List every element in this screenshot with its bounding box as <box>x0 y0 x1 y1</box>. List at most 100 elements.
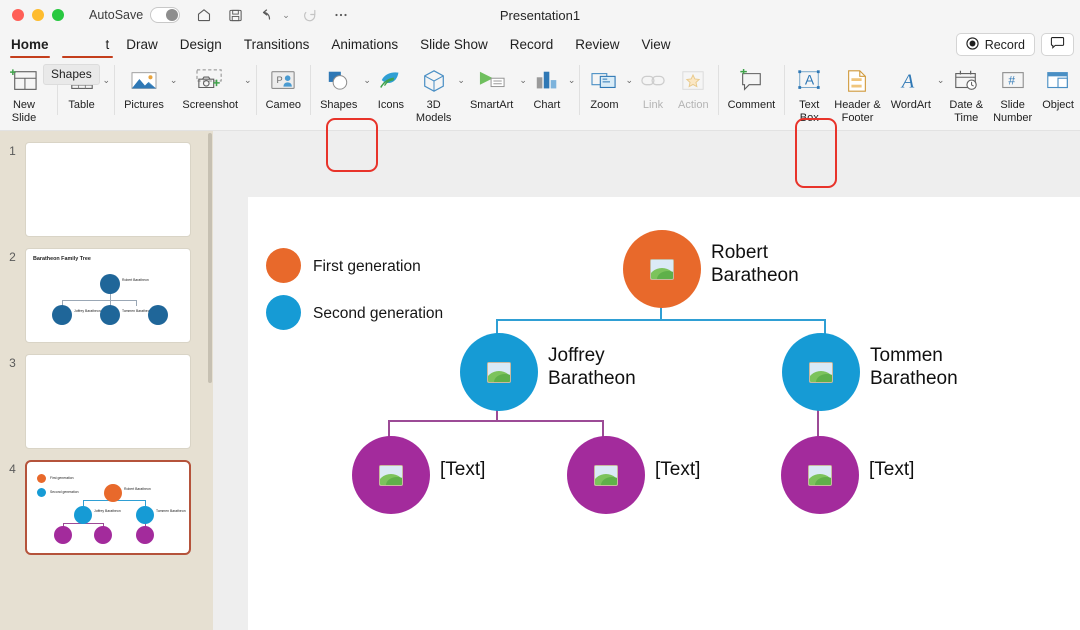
date-time-button[interactable]: Date & Time <box>944 59 988 124</box>
wordart-label: WordArt <box>890 99 931 111</box>
thumb4-legend-label-1: First generation <box>50 476 74 480</box>
shapes-dropdown-caret[interactable]: ⌄ <box>363 59 371 86</box>
connector-gen2-horizontal <box>496 319 826 321</box>
slide-thumbnail-3[interactable]: 3 <box>0 354 213 449</box>
3d-models-dropdown-caret[interactable]: ⌄ <box>457 59 465 86</box>
current-slide[interactable]: First generation Second generation Rober… <box>248 197 1080 630</box>
pictures-dropdown-caret[interactable]: ⌄ <box>170 59 178 86</box>
thumb4-node-child2 <box>94 526 112 544</box>
picture-placeholder-icon <box>487 361 511 383</box>
thumb4-node-tommen <box>136 506 154 524</box>
smartart-dropdown-caret[interactable]: ⌄ <box>519 59 527 86</box>
tab-design[interactable]: Design <box>169 30 233 59</box>
pictures-icon <box>129 64 159 98</box>
ribbon-separator <box>255 65 257 115</box>
header-footer-button[interactable]: Header & Footer <box>829 59 885 124</box>
node-child1[interactable] <box>352 436 430 514</box>
svg-text:#: # <box>1008 74 1015 88</box>
zoom-dropdown-caret[interactable]: ⌄ <box>625 59 633 86</box>
table-dropdown-caret[interactable]: ⌄ <box>103 59 111 86</box>
ribbon-group-comments: Comment <box>723 59 790 131</box>
slide-thumbnail-2[interactable]: 2 Baratheon Family Tree Robert Baratheon… <box>0 248 213 343</box>
node-label-child3: [Text] <box>869 459 915 480</box>
ribbon-tab-bar: Home t Draw Design Transitions Animation… <box>0 30 1080 85</box>
slide-canvas-area[interactable]: First generation Second generation Rober… <box>213 131 1080 630</box>
text-box-button[interactable]: A Text Box <box>789 59 829 124</box>
picture-placeholder-icon <box>650 258 674 280</box>
slide-number-3: 3 <box>9 356 16 370</box>
comment-icon <box>737 64 765 98</box>
record-button[interactable]: Record <box>955 33 1035 56</box>
pictures-label: Pictures <box>124 99 164 111</box>
3d-models-label: 3D Models <box>415 99 452 124</box>
tab-draw[interactable]: Draw <box>115 30 169 59</box>
thumb4-node-joffrey <box>74 506 92 524</box>
wordart-dropdown-caret[interactable]: ⌄ <box>937 59 945 86</box>
wordart-button[interactable]: A WordArt <box>886 59 936 112</box>
tab-transitions[interactable]: Transitions <box>233 30 321 59</box>
tab-view[interactable]: View <box>631 30 682 59</box>
node-label-joffrey: Joffrey Baratheon <box>548 345 636 389</box>
slide-thumb-canvas-4[interactable]: First generation Second generation Rober… <box>25 460 191 555</box>
header-footer-label: Header & Footer <box>834 99 881 124</box>
tab-animations[interactable]: Animations <box>320 30 409 59</box>
comment-ribbon-button[interactable]: Comment <box>723 59 781 112</box>
zoom-label: Zoom <box>590 99 619 111</box>
thumb2-title: Baratheon Family Tree <box>33 256 91 262</box>
3d-models-icon <box>420 64 448 98</box>
svg-text:A: A <box>900 71 915 93</box>
node-robert[interactable] <box>623 230 701 308</box>
new-slide-label: New Slide <box>11 99 37 124</box>
screenshot-dropdown-caret[interactable]: ⌄ <box>244 59 252 86</box>
svg-text:P: P <box>277 75 283 85</box>
date-time-label: Date & Time <box>949 99 984 124</box>
cameo-button[interactable]: P Cameo <box>261 59 306 112</box>
zoom-button[interactable]: Zoom <box>584 59 624 112</box>
legend-dot-second-generation[interactable] <box>266 295 301 330</box>
legend-label-first-generation: First generation <box>313 258 421 275</box>
pictures-button[interactable]: Pictures <box>119 59 169 112</box>
tab-home[interactable]: Home <box>0 30 60 59</box>
tab-slide-show[interactable]: Slide Show <box>409 30 499 59</box>
screenshot-button[interactable]: Screenshot <box>177 59 243 112</box>
slide-thumbnail-panel[interactable]: 1 2 Baratheon Family Tree Robert Barathe… <box>0 131 213 630</box>
node-label-child1: [Text] <box>440 459 486 480</box>
chart-dropdown-caret[interactable]: ⌄ <box>568 59 576 86</box>
3d-models-button[interactable]: 3D Models <box>411 59 456 124</box>
comment-bubble-icon <box>1050 36 1065 53</box>
link-label: Link <box>642 99 664 111</box>
svg-text:A: A <box>805 72 815 88</box>
shapes-icon <box>324 64 354 98</box>
shapes-label: Shapes <box>320 99 358 111</box>
text-box-icon: A <box>794 64 824 98</box>
new-slide-button[interactable]: New Slide <box>4 59 44 124</box>
chart-button[interactable]: Chart <box>527 59 567 112</box>
slide-thumbnail-1[interactable]: 1 <box>0 142 213 237</box>
slide-thumb-canvas-3[interactable] <box>25 354 191 449</box>
tab-record[interactable]: Record <box>499 30 565 59</box>
shapes-tooltip: Shapes <box>43 64 100 85</box>
powerpoint-window: AutoSave ⌄ Presentation1 Home t Draw Des… <box>0 0 1080 630</box>
node-tommen[interactable] <box>782 333 860 411</box>
comment-button[interactable] <box>1041 33 1074 56</box>
icons-label: Icons <box>377 99 405 111</box>
icons-button[interactable]: Icons <box>371 59 411 112</box>
slide-thumb-canvas-1[interactable] <box>25 142 191 237</box>
ribbon-separator <box>717 65 719 115</box>
shapes-button[interactable]: Shapes <box>315 59 362 112</box>
ribbon-separator <box>784 65 786 115</box>
node-joffrey[interactable] <box>460 333 538 411</box>
tab-review[interactable]: Review <box>564 30 630 59</box>
object-button[interactable]: Object <box>1037 59 1079 112</box>
thumbnail-panel-scrollbar[interactable] <box>208 133 212 383</box>
slide-thumb-canvas-2[interactable]: Baratheon Family Tree Robert Baratheon J… <box>25 248 191 343</box>
slide-thumbnail-4[interactable]: 4 First generation Second generation Rob… <box>0 460 213 555</box>
thumb2-connector-v4 <box>136 300 137 306</box>
smartart-button[interactable]: SmartArt <box>465 59 518 112</box>
slide-number-button[interactable]: # Slide Number <box>988 59 1037 124</box>
ribbon-toolbar: New Slide ⌄ Table ⌄ <box>0 59 1080 188</box>
node-child2[interactable] <box>567 436 645 514</box>
legend-dot-first-generation[interactable] <box>266 248 301 283</box>
node-child3[interactable] <box>781 436 859 514</box>
tab-insert[interactable]: t <box>60 30 116 59</box>
